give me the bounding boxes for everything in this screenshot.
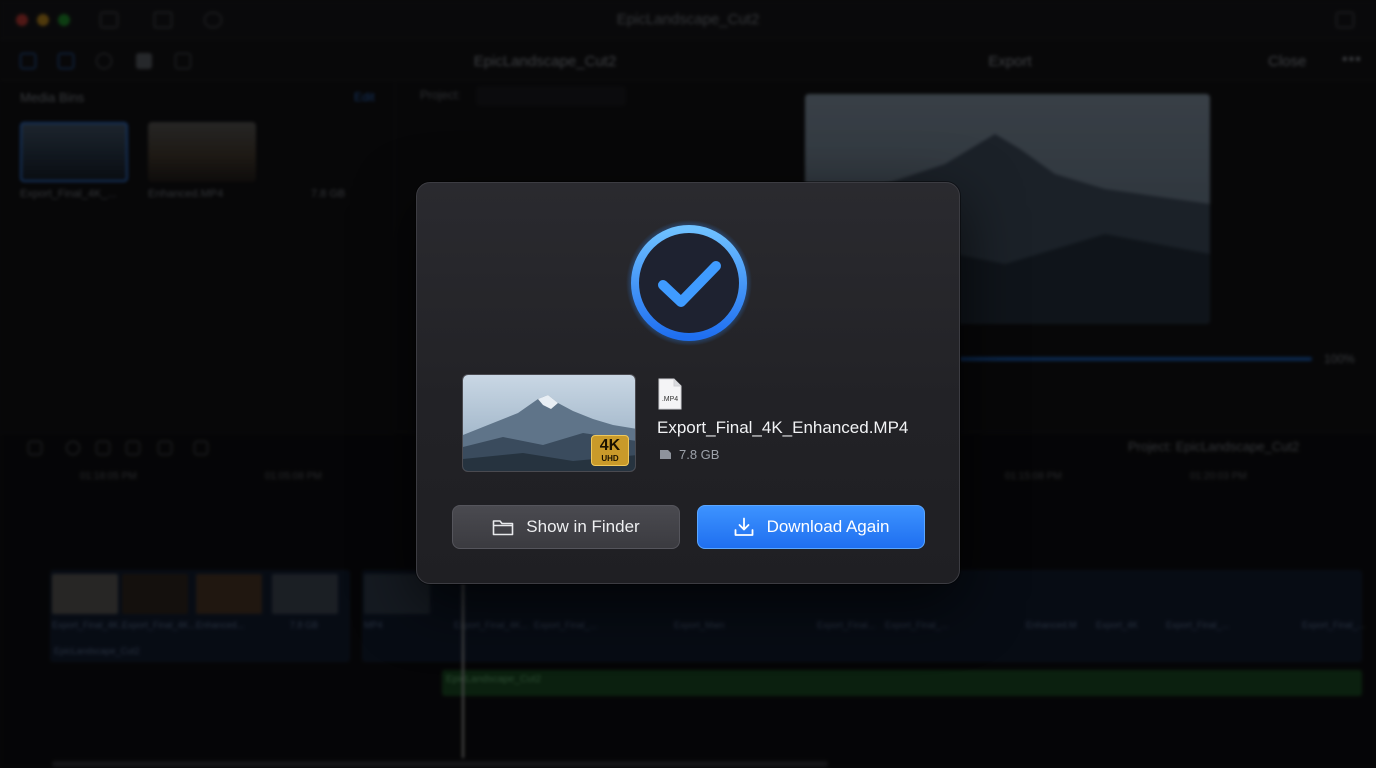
show-in-finder-button[interactable]: Show in Finder: [452, 505, 680, 549]
download-again-label: Download Again: [766, 517, 890, 536]
show-in-finder-label: Show in Finder: [526, 517, 640, 536]
badge-4k-text: 4K: [599, 437, 621, 454]
export-thumbnail: 4K UHD: [462, 374, 636, 472]
file-size-icon: [660, 450, 671, 459]
4k-uhd-badge: 4K UHD: [591, 435, 629, 466]
checkmark-circle-icon: [625, 219, 753, 347]
export-complete-dialog: 4K UHD .MP4 Export_Final_4K_Enhanced.MP4…: [416, 182, 960, 584]
download-icon: [734, 517, 753, 536]
file-icon-label: .MP4: [662, 396, 678, 403]
folder-icon: [492, 520, 514, 536]
download-again-button[interactable]: Download Again: [697, 505, 925, 549]
badge-uhd-text: UHD: [601, 454, 619, 463]
mp4-file-icon: .MP4: [657, 378, 683, 410]
file-size: 7.8 GB: [679, 447, 720, 462]
exported-file-name: Export_Final_4K_Enhanced.MP4: [657, 418, 909, 437]
